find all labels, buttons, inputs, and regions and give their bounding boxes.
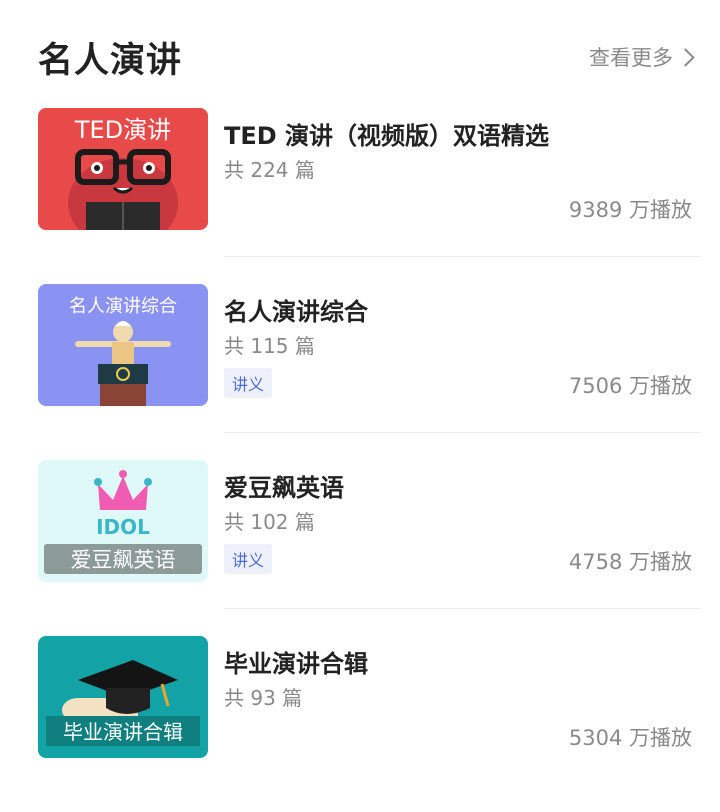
cover-text: 毕业演讲合辑 xyxy=(63,720,183,744)
handout-badge: 讲义 xyxy=(224,544,273,574)
cover-ted: TED演讲 xyxy=(38,108,208,230)
divider xyxy=(224,432,700,433)
item-plays: 9389 万播放 xyxy=(568,198,692,222)
section-header: 名人演讲 查看更多 xyxy=(38,28,695,84)
divider xyxy=(224,256,700,257)
item-title: 名人演讲综合 xyxy=(224,298,368,326)
item-title: 毕业演讲合辑 xyxy=(224,650,368,678)
item-count: 共 102 篇 xyxy=(224,510,315,534)
divider xyxy=(224,608,700,609)
list-item-ted[interactable]: TED演讲 TED 演讲（视频版）双语精选 共 224 篇 9389 万播放 xyxy=(38,108,692,232)
list-item-celebrity-speeches[interactable]: 名人演讲综合 名人演讲综合 共 115 篇 讲义 7506 万播放 xyxy=(38,284,692,408)
chevron-right-icon xyxy=(676,47,695,67)
item-plays: 7506 万播放 xyxy=(568,374,692,398)
list-item-graduation-speeches[interactable]: 毕业演讲合辑 毕业演讲合辑 共 93 篇 5304 万播放 xyxy=(38,636,692,760)
cover-text: TED演讲 xyxy=(74,116,171,144)
list-item-idol-english[interactable]: IDOL 爱豆飙英语 爱豆飙英语 共 102 篇 讲义 4758 万播放 xyxy=(38,460,692,584)
item-plays: 5304 万播放 xyxy=(568,726,692,750)
item-count: 共 115 篇 xyxy=(224,334,315,358)
item-plays: 4758 万播放 xyxy=(568,550,692,574)
cover-text: 爱豆飙英语 xyxy=(71,548,176,572)
idol-logo-text: IDOL xyxy=(96,515,150,539)
see-more-link[interactable]: 查看更多 xyxy=(589,42,695,72)
section-title: 名人演讲 xyxy=(38,41,183,81)
cover-text: 名人演讲综合 xyxy=(69,296,177,317)
see-more-label: 查看更多 xyxy=(589,46,673,70)
cover-idol: IDOL 爱豆飙英语 xyxy=(38,460,208,582)
cover-celebrity: 名人演讲综合 xyxy=(38,284,208,406)
item-count: 共 93 篇 xyxy=(224,686,303,710)
item-title: 爱豆飙英语 xyxy=(224,474,344,502)
item-title: TED 演讲（视频版）双语精选 xyxy=(224,122,550,150)
handout-badge: 讲义 xyxy=(224,368,273,398)
item-count: 共 224 篇 xyxy=(224,158,315,182)
cover-graduation: 毕业演讲合辑 xyxy=(38,636,208,758)
